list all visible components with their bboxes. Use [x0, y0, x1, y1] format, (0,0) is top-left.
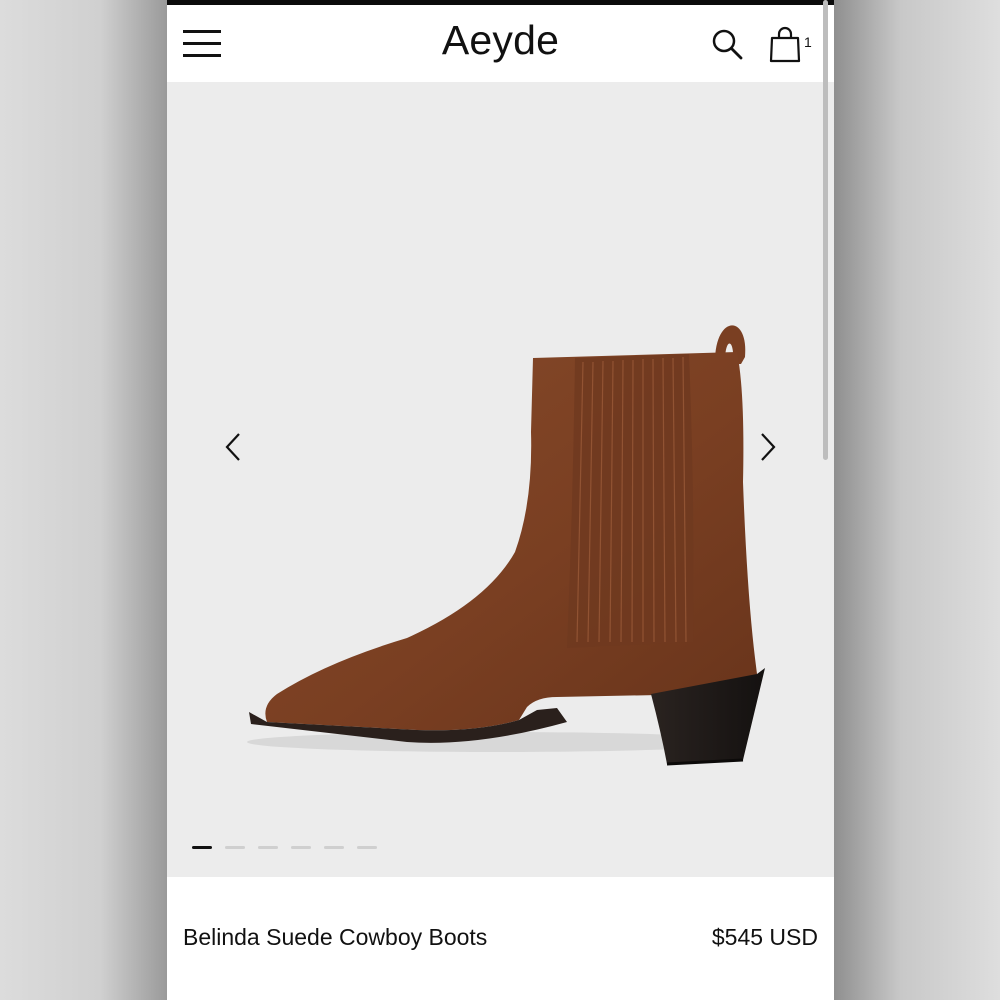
background-right [834, 0, 1000, 1000]
slide-dot[interactable] [258, 846, 278, 849]
site-header: Aeyde 1 [167, 5, 834, 82]
shopping-bag-icon[interactable] [768, 25, 802, 63]
product-price: $545 USD [711, 924, 818, 950]
slide-dot[interactable] [291, 846, 311, 849]
background-left [0, 0, 167, 1000]
slide-dot[interactable] [357, 846, 377, 849]
product-info: Belinda Suede Cowboy Boots $545 USD [167, 877, 834, 1000]
phone-screen: Aeyde 1 Belinda Suede Cowboy Boots $545 … [167, 0, 834, 1000]
product-name: Belinda Suede Cowboy Boots [183, 924, 488, 950]
chevron-left-icon[interactable] [219, 432, 249, 462]
cart-count-badge[interactable]: 1 [804, 34, 812, 50]
slide-dot[interactable] [324, 846, 344, 849]
scrollbar[interactable] [823, 0, 828, 460]
chevron-right-icon[interactable] [752, 432, 782, 462]
slide-dot[interactable] [225, 846, 245, 849]
product-image [247, 325, 765, 766]
slide-dot[interactable] [192, 846, 212, 849]
search-icon[interactable] [710, 27, 744, 61]
product-image-gallery[interactable] [167, 82, 834, 877]
